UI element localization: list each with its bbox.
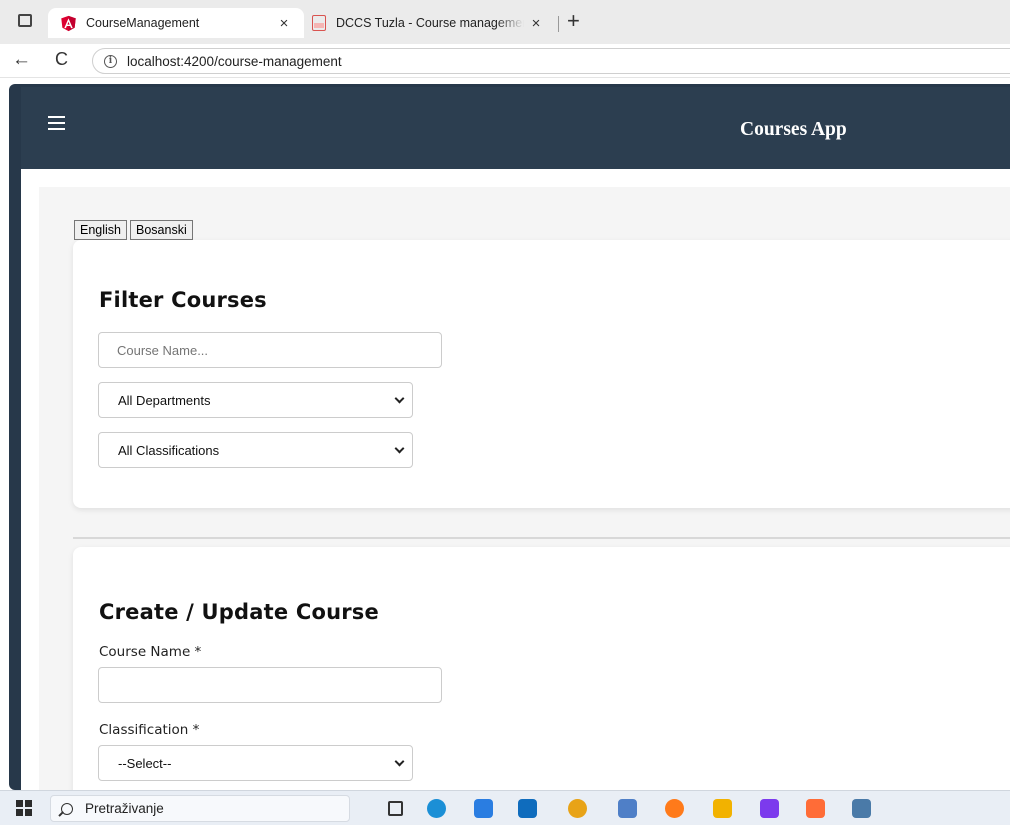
windows-start-icon[interactable] <box>16 800 32 816</box>
classification-select[interactable]: --Select-- <box>98 745 413 781</box>
file-explorer-icon[interactable] <box>713 799 732 818</box>
store-icon[interactable] <box>474 799 493 818</box>
chevron-down-icon <box>394 443 405 454</box>
taskbar-search[interactable]: Pretraživanje <box>50 795 350 822</box>
course-name-label: Course Name * <box>99 644 202 660</box>
navbar: Courses App <box>21 87 1010 169</box>
tab-close-icon[interactable]: × <box>524 15 548 32</box>
angular-icon <box>61 15 76 31</box>
english-button[interactable]: English <box>74 220 127 240</box>
search-icon <box>61 802 73 815</box>
app-frame: Courses App English Bosanski Filter Cour… <box>9 84 1010 825</box>
course-name-input[interactable] <box>98 667 442 703</box>
bosanski-button[interactable]: Bosanski <box>130 220 193 240</box>
create-heading: Create / Update Course <box>99 600 379 624</box>
course-name-filter-input[interactable] <box>98 332 442 368</box>
tab-title: DCCS Tuzla - Course managemen <box>336 16 524 30</box>
postman-icon[interactable] <box>806 799 825 818</box>
classification-filter-value: All Classifications <box>118 442 220 458</box>
chevron-down-icon <box>394 393 405 404</box>
create-course-card: Create / Update Course Course Name * Cla… <box>73 547 1010 825</box>
address-bar: ← C i localhost:4200/course-management <box>0 44 1010 78</box>
taskbar-search-text: Pretraživanje <box>85 801 164 816</box>
filter-heading: Filter Courses <box>99 288 267 312</box>
url-field[interactable]: i localhost:4200/course-management <box>92 48 1010 74</box>
tab-dccs-tuzla[interactable]: DCCS Tuzla - Course managemen × <box>306 8 556 38</box>
chevron-down-icon <box>394 756 405 767</box>
task-view-icon[interactable] <box>388 801 403 816</box>
section-divider <box>73 537 1010 539</box>
tab-title: CourseManagement <box>86 16 200 30</box>
tab-course-management[interactable]: CourseManagement × <box>48 8 304 38</box>
content-panel: English Bosanski Filter Courses All Depa… <box>39 187 1010 825</box>
reload-icon[interactable]: C <box>55 49 68 70</box>
jetbrains-icon[interactable] <box>760 799 779 818</box>
tab-actions-icon[interactable] <box>18 14 32 27</box>
mysql-workbench-icon[interactable] <box>852 799 871 818</box>
firefox-icon[interactable] <box>665 799 684 818</box>
language-switcher: English Bosanski <box>74 220 193 240</box>
tab-separator <box>558 16 559 32</box>
app-title: Courses App <box>740 119 847 140</box>
filter-card: Filter Courses All Departments All Class… <box>73 240 1010 508</box>
classification-label: Classification * <box>99 722 200 738</box>
site-info-icon[interactable]: i <box>104 54 117 68</box>
classification-filter-select[interactable]: All Classifications <box>98 432 413 468</box>
back-arrow-icon[interactable]: ← <box>12 49 31 71</box>
department-select-value: All Departments <box>118 392 211 408</box>
pdf-icon <box>312 15 326 31</box>
browser-tab-strip: CourseManagement × DCCS Tuzla - Course m… <box>0 0 1010 44</box>
outlook-icon[interactable] <box>518 799 537 818</box>
hamburger-icon[interactable] <box>48 116 65 130</box>
url-text: localhost:4200/course-management <box>127 53 342 69</box>
chrome-icon[interactable] <box>568 799 587 818</box>
edge-icon[interactable] <box>427 799 446 818</box>
notepad-icon[interactable] <box>618 799 637 818</box>
tab-close-icon[interactable]: × <box>272 15 296 32</box>
new-tab-button[interactable]: + <box>567 10 580 32</box>
main-content: English Bosanski Filter Courses All Depa… <box>21 169 1010 825</box>
classification-select-value: --Select-- <box>118 755 172 771</box>
department-select[interactable]: All Departments <box>98 382 413 418</box>
taskbar: Pretraživanje <box>0 790 1010 825</box>
